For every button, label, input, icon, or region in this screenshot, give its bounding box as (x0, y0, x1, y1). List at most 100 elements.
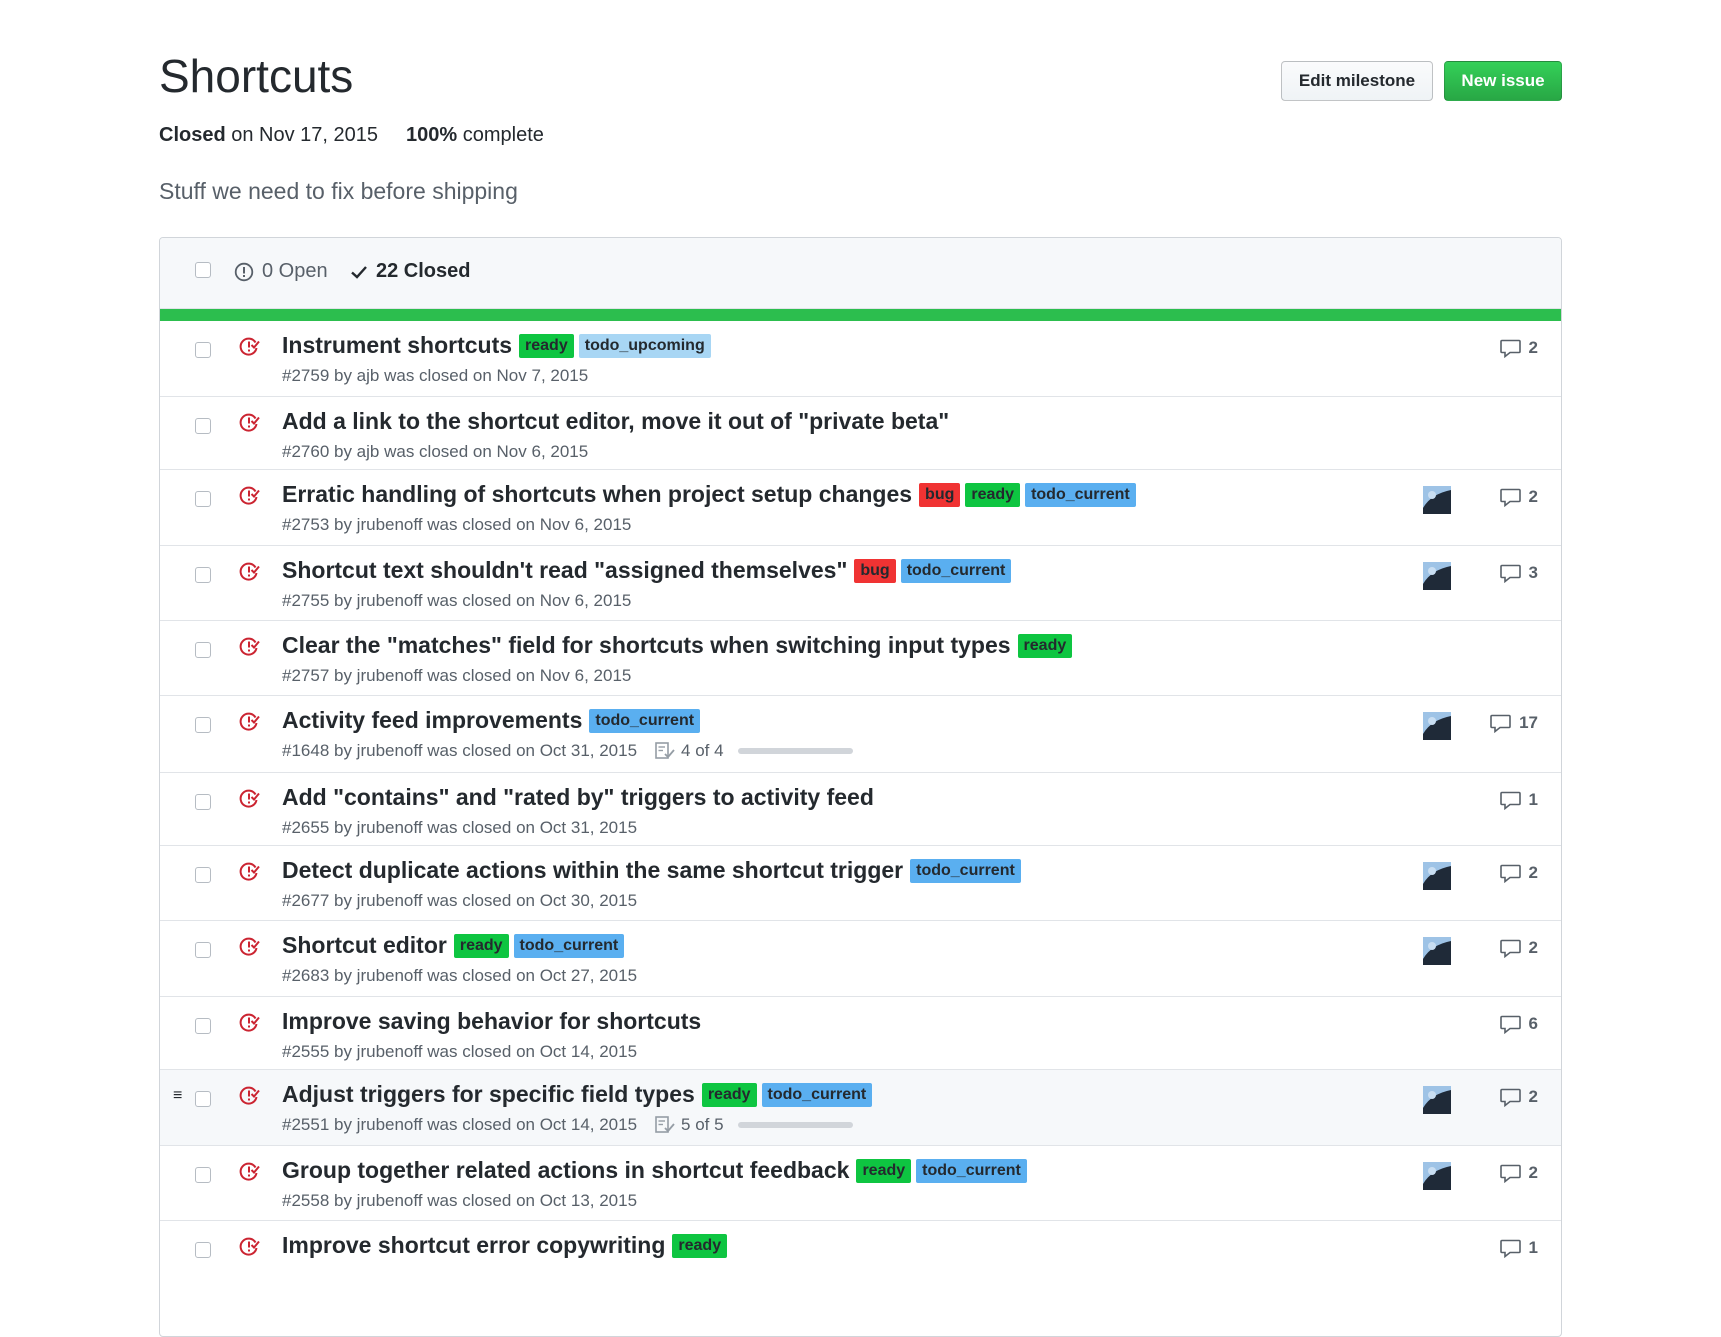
issue-label[interactable]: ready (701, 1082, 757, 1107)
issue-label[interactable]: todo_current (916, 1158, 1027, 1183)
issue-label[interactable]: todo_upcoming (578, 333, 711, 358)
issue-checkbox[interactable] (195, 1091, 211, 1107)
comment-icon (1499, 564, 1521, 583)
drag-handle-icon[interactable]: ≡ (173, 1088, 182, 1104)
issue-checkbox[interactable] (195, 794, 211, 810)
issue-meta: #2759 by ajb was closed on Nov 7, 2015 (282, 366, 588, 386)
issue-title-link[interactable]: Shortcut text shouldn't read "assigned t… (282, 557, 847, 584)
issue-checkbox[interactable] (195, 717, 211, 733)
issue-title-line: Add "contains" and "rated by" triggers t… (282, 784, 876, 811)
issue-label[interactable]: ready (856, 1158, 912, 1183)
issue-label[interactable]: ready (965, 482, 1021, 507)
issue-checkbox[interactable] (195, 418, 211, 434)
issue-closed-icon (239, 789, 260, 808)
issue-checkbox[interactable] (195, 867, 211, 883)
assignee-avatar[interactable] (1423, 937, 1451, 965)
issue-label[interactable]: bug (919, 482, 961, 507)
issue-label[interactable]: bug (854, 558, 896, 583)
issue-title-link[interactable]: Activity feed improvements (282, 707, 582, 734)
assignee-avatar[interactable] (1423, 1162, 1451, 1190)
comment-count: 3 (1528, 563, 1538, 582)
issue-label[interactable]: todo_current (910, 858, 1021, 883)
issue-checkbox[interactable] (195, 1167, 211, 1183)
comment-count: 2 (1528, 938, 1538, 957)
issue-title-link[interactable]: Detect duplicate actions within the same… (282, 857, 903, 884)
issue-label[interactable]: todo_current (900, 558, 1012, 583)
comments-link[interactable]: 17 (1490, 713, 1538, 733)
issue-title-link[interactable]: Clear the "matches" field for shortcuts … (282, 632, 1011, 659)
issue-meta-text: #2677 by jrubenoff was closed on Oct 30,… (282, 891, 638, 910)
issue-label[interactable]: ready (453, 933, 509, 958)
task-count: 4 of 4 (681, 741, 724, 760)
issue-checkbox[interactable] (195, 1018, 211, 1034)
comments-link[interactable]: 2 (1499, 338, 1538, 358)
issue-meta: #2558 by jrubenoff was closed on Oct 13,… (282, 1191, 637, 1211)
issue-checkbox[interactable] (195, 942, 211, 958)
issue-label[interactable]: ready (1017, 633, 1073, 658)
issue-checkbox[interactable] (195, 642, 211, 658)
milestone-percent: 100% (406, 124, 458, 146)
assignee-avatar[interactable] (1423, 862, 1451, 890)
closed-issues-tab[interactable]: 22 Closed (350, 260, 470, 283)
assignee-avatar[interactable] (1423, 1086, 1451, 1114)
issue-closed-icon (239, 1162, 260, 1181)
comment-icon (1499, 339, 1521, 358)
issue-title-link[interactable]: Add "contains" and "rated by" triggers t… (282, 784, 874, 811)
comment-count: 6 (1528, 1014, 1538, 1033)
edit-milestone-button[interactable]: Edit milestone (1281, 61, 1433, 101)
checklist-icon (655, 742, 675, 759)
issue-title-link[interactable]: Add a link to the shortcut editor, move … (282, 408, 949, 435)
issue-title-line: Instrument shortcuts ready todo_upcoming (282, 332, 711, 359)
issue-title-line: Adjust triggers for specific field types… (282, 1081, 873, 1108)
comments-link[interactable]: 1 (1499, 790, 1538, 810)
comments-link[interactable]: 2 (1499, 487, 1538, 507)
issue-meta: #2655 by jrubenoff was closed on Oct 31,… (282, 818, 637, 838)
comment-icon (1499, 864, 1521, 883)
issue-meta-text: #2655 by jrubenoff was closed on Oct 31,… (282, 818, 638, 837)
issues-header: 0 Open 22 Closed (160, 238, 1561, 309)
issue-title-link[interactable]: Shortcut editor (282, 932, 447, 959)
comment-icon (1499, 1164, 1521, 1183)
issue-closed-icon (239, 862, 260, 881)
comments-link[interactable]: 2 (1499, 1163, 1538, 1183)
issue-meta-text: #2558 by jrubenoff was closed on Oct 13,… (282, 1191, 638, 1210)
new-issue-button[interactable]: New issue (1444, 61, 1562, 101)
issue-title-line: Improve shortcut error copywriting ready (282, 1232, 728, 1259)
issue-title-link[interactable]: Erratic handling of shortcuts when proje… (282, 481, 912, 508)
issue-label[interactable]: ready (672, 1233, 728, 1258)
comment-count: 1 (1528, 1238, 1538, 1257)
assignee-avatar[interactable] (1423, 712, 1451, 740)
assignee-avatar[interactable] (1423, 562, 1451, 590)
issue-checkbox[interactable] (195, 342, 211, 358)
issue-label[interactable]: todo_current (589, 708, 701, 733)
comments-link[interactable]: 3 (1499, 563, 1538, 583)
issue-title-line: Clear the "matches" field for shortcuts … (282, 632, 1073, 659)
issue-checkbox[interactable] (195, 491, 211, 507)
issue-label[interactable]: todo_current (1025, 482, 1136, 507)
open-issues-tab[interactable]: 0 Open (234, 260, 328, 283)
comments-link[interactable]: 2 (1499, 863, 1538, 883)
issue-title-link[interactable]: Instrument shortcuts (282, 332, 512, 359)
issue-label[interactable]: todo_current (513, 933, 625, 958)
issue-title-link[interactable]: Adjust triggers for specific field types (282, 1081, 695, 1108)
issue-label[interactable]: ready (519, 333, 574, 358)
issue-meta-text: #2753 by jrubenoff was closed on Nov 6, … (282, 515, 632, 534)
issue-meta-text: #2757 by jrubenoff was closed on Nov 6, … (282, 666, 632, 685)
issue-title-line: Improve saving behavior for shortcuts (282, 1008, 703, 1035)
issue-label[interactable]: todo_current (761, 1082, 873, 1107)
issue-title-link[interactable]: Group together related actions in shortc… (282, 1157, 849, 1184)
issue-title-link[interactable]: Improve shortcut error copywriting (282, 1232, 665, 1259)
issue-title-link[interactable]: Improve saving behavior for shortcuts (282, 1008, 701, 1035)
milestone-description: Stuff we need to fix before shipping (159, 178, 518, 204)
comments-link[interactable]: 6 (1499, 1014, 1538, 1034)
issue-row: Add "contains" and "rated by" triggers t… (160, 772, 1561, 845)
select-all-checkbox[interactable] (195, 262, 211, 278)
comments-link[interactable]: 2 (1499, 938, 1538, 958)
issue-checkbox[interactable] (195, 1242, 211, 1258)
milestone-state: Closed (159, 124, 226, 146)
issue-meta: #2760 by ajb was closed on Nov 6, 2015 (282, 442, 588, 462)
issue-checkbox[interactable] (195, 567, 211, 583)
assignee-avatar[interactable] (1423, 486, 1451, 514)
comments-link[interactable]: 1 (1499, 1238, 1538, 1258)
comments-link[interactable]: 2 (1499, 1087, 1538, 1107)
